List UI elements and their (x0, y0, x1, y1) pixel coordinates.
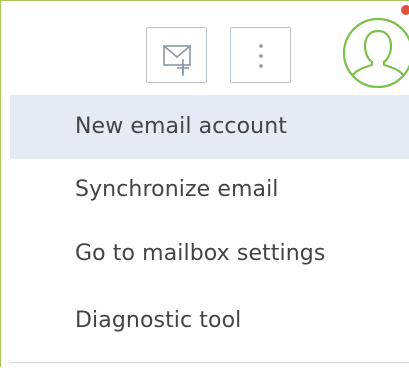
more-options-button[interactable] (230, 27, 291, 83)
user-avatar[interactable] (341, 16, 409, 89)
menu-divider (10, 362, 409, 363)
menu-item-diagnostic-tool[interactable]: Diagnostic tool (10, 289, 409, 353)
new-email-button[interactable] (146, 27, 207, 83)
menu-item-synchronize-email[interactable]: Synchronize email (10, 158, 409, 222)
vertical-ellipsis-icon (259, 44, 263, 68)
notification-dot (401, 5, 409, 15)
user-silhouette-icon (342, 17, 409, 89)
menu-item-mailbox-settings[interactable]: Go to mailbox settings (10, 222, 409, 286)
envelope-plus-icon (163, 45, 191, 76)
dropdown-menu: New email account Synchronize email Go t… (10, 93, 409, 368)
app-frame: New email account Synchronize email Go t… (0, 0, 409, 368)
menu-item-new-email-account[interactable]: New email account (10, 95, 409, 159)
